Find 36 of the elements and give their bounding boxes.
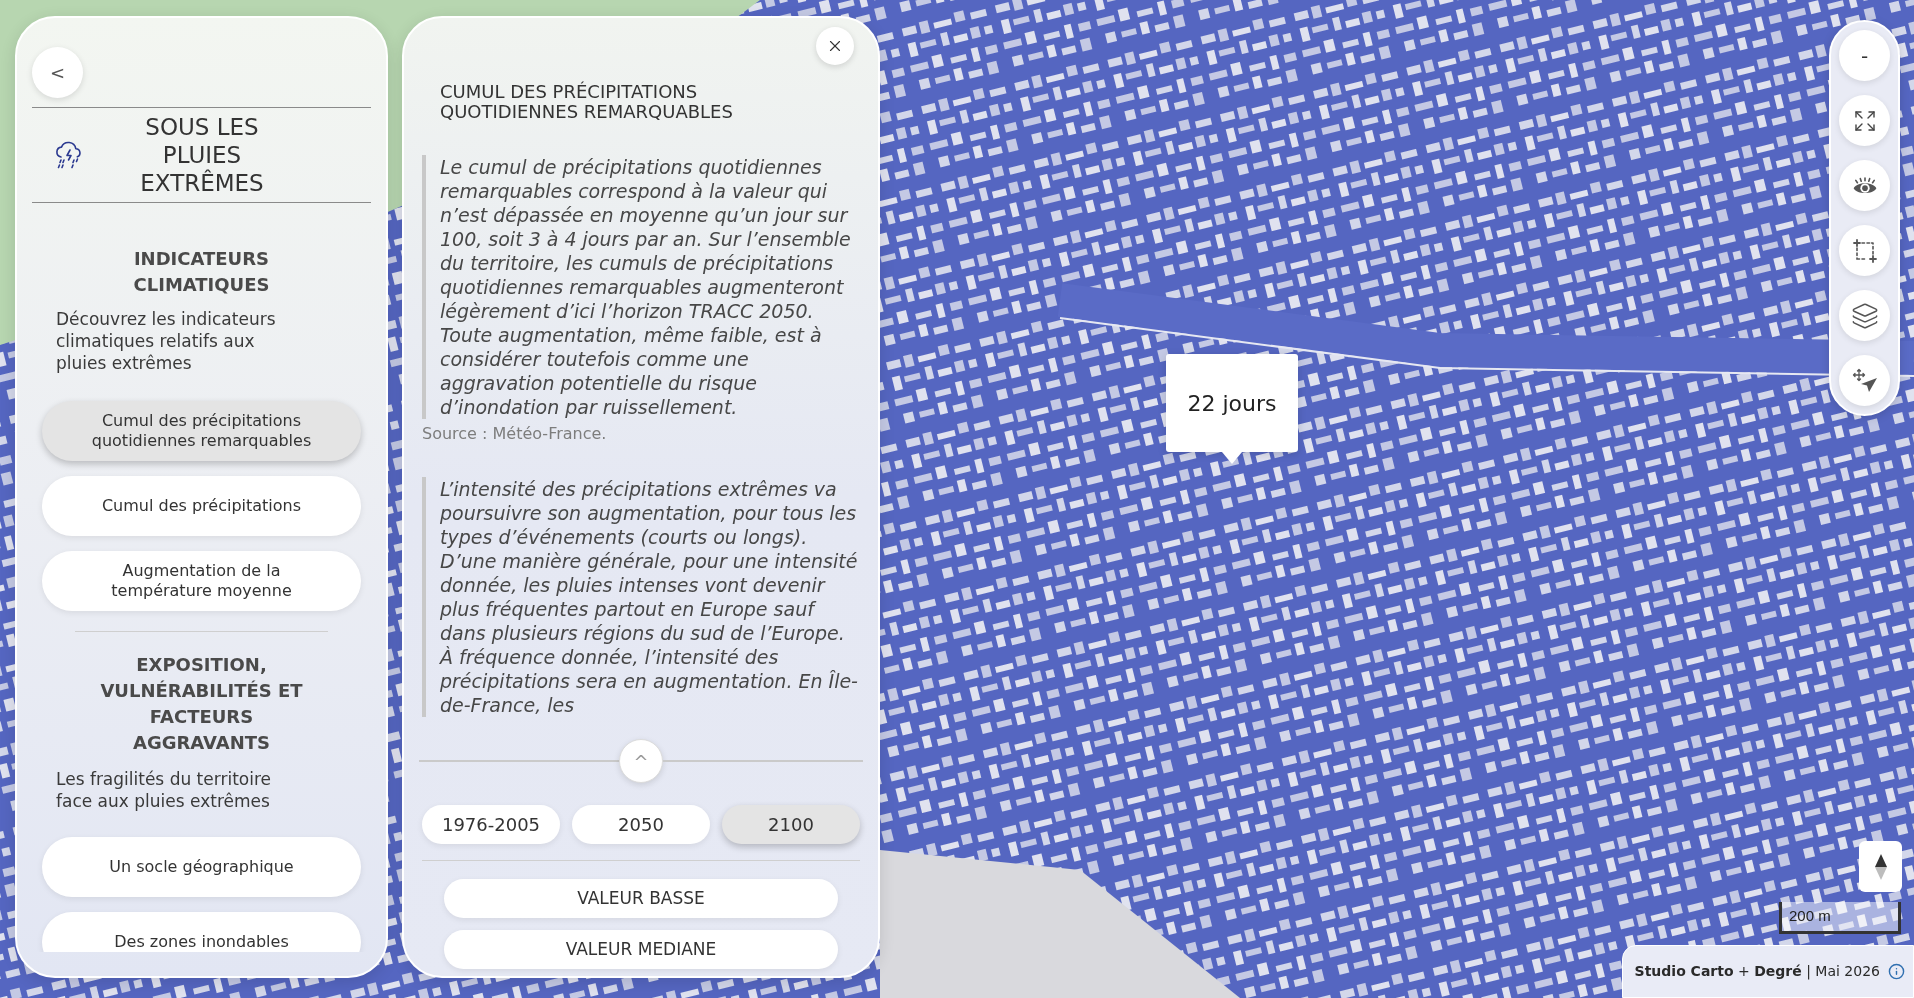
period-tab[interactable]: 2050 [572,805,710,844]
layers-button[interactable] [1839,290,1890,341]
navigate-button[interactable] [1839,355,1890,406]
attribution-text: Studio Carto + Degré | Mai 2026 [1634,962,1880,982]
select-area-button[interactable] [1839,225,1890,276]
menu-item-button[interactable]: Un socle géographique [42,837,361,897]
panel-title: SOUS LES PLUIES EXTRÊMES [139,113,265,197]
menu-item-button[interactable]: Des zones inondables [42,912,361,952]
dashed-square-icon [1852,238,1877,263]
section-heading: INDICATEURS CLIMATIQUES [132,247,271,297]
expand-arrows-icon [1852,108,1877,133]
value-button[interactable]: VALEUR BASSE [444,879,838,918]
section-description: Les fragilités du territoire face aux pluies extrêmes [56,768,272,812]
source-text: Source : Météo-France. [422,424,608,444]
section-description: Découvrez les indicateurs climatiques relatifs aux pluies extrêmes [56,308,277,374]
visibility-button[interactable] [1839,160,1890,211]
move-pointer-icon [1851,367,1878,394]
north-arrow-icon [1873,852,1888,881]
value-tooltip: 22 jours [1166,354,1298,464]
info-icon[interactable] [1888,963,1905,980]
period-tab[interactable]: 1976-2005 [422,805,560,844]
back-button[interactable]: < [32,47,83,98]
menu-item-button[interactable]: Cumul des précipitations quotidiennes remarquables [42,401,361,461]
value-button[interactable]: VALEUR MEDIANE [444,930,838,969]
layers-icon [1850,301,1879,330]
quote-text: L’intensité des précipitations extrêmes va poursuivre son augmentation, pour tous les types d’événements (courts ou longs). D’une manière générale, pour une intensité donnée, les pluies intenses vont devenir plus fréquentes partout en Europe sauf dans plusieurs régions du sud de l’Europe. À fréquence donnée, l’intensité des précipitations sera en augmentation. En Île-de-France, les [422,477,860,717]
quote-text: Le cumul de précipitations quotidiennes remarquables correspond à la valeur qui n’est dépassée en moyenne qu’un jour sur 100, soit 3 à 4 jours par an. Sur l’ensemble du territoire, les cumuls de précipitations quotidiennes remarquables augmenteront légèrement d’ici l’horizon TRACC 2050. Toute augmentation, même faible, est à considérer toutefois comme une aggravation potentielle du risque d’inondation par ruissellement. [422,155,860,419]
fullscreen-button[interactable] [1839,95,1890,146]
menu-item-button[interactable]: Cumul des précipitations [42,476,361,536]
compass-button[interactable] [1859,841,1902,892]
period-tab[interactable]: 2100 [722,805,860,844]
menu-item-button[interactable]: Augmentation de la température moyenne [42,551,361,611]
zoom-out-button[interactable]: - [1839,30,1890,81]
scale-bar: 200 m [1779,902,1901,934]
section-heading: EXPOSITION, VULNÉRABILITÉS ET FACTEURS AGGRAVANTS [99,653,304,755]
detail-title: CUMUL DES PRÉCIPITATIONS QUOTIDIENNES REMARQUABLES [440,82,734,122]
